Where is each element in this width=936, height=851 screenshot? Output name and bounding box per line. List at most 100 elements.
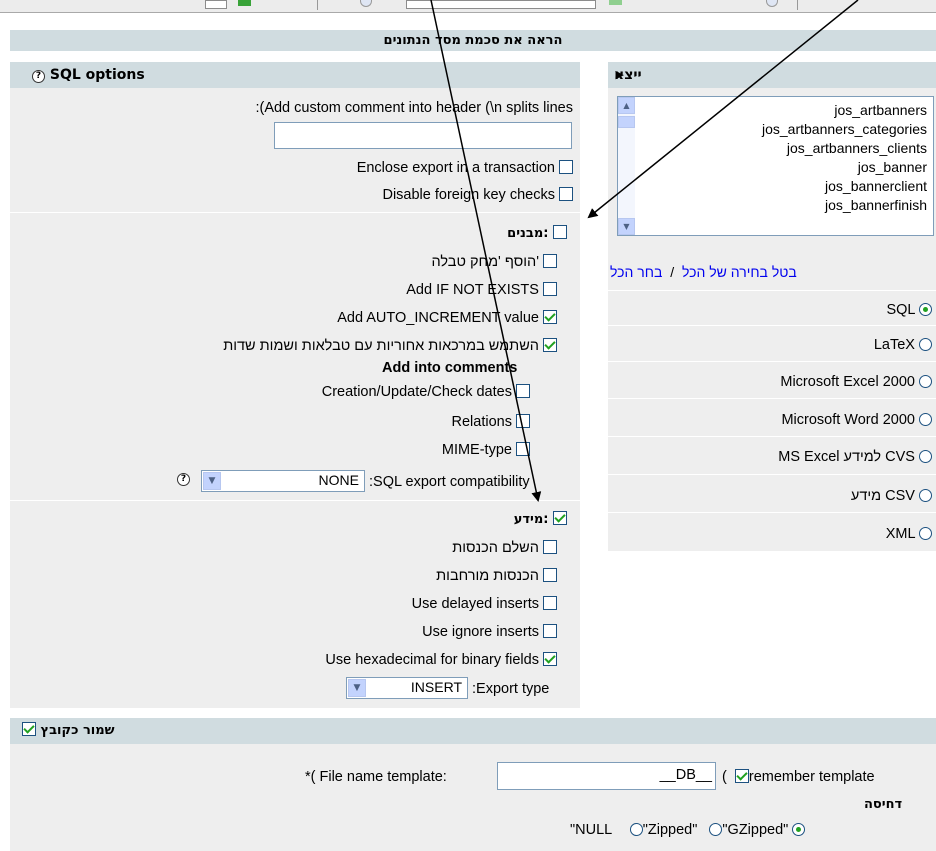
delayed-inserts-option[interactable]: Use delayed inserts xyxy=(412,594,557,614)
add-drop-option[interactable]: הוסף 'מחק טבלה' xyxy=(432,252,557,272)
select-all-link[interactable]: בחר הכל xyxy=(610,264,662,280)
data-option[interactable]: מידע: xyxy=(514,510,567,530)
list-item[interactable]: jos_bannerfinish xyxy=(633,196,933,215)
toolbar-search-icon[interactable] xyxy=(766,0,778,7)
scroll-down-icon[interactable]: ▼ xyxy=(618,218,635,235)
delayed-inserts-checkbox[interactable] xyxy=(543,596,557,610)
structure-option[interactable]: מבנים: xyxy=(507,224,567,244)
list-item[interactable]: jos_bannerclient xyxy=(633,177,933,196)
chevron-down-icon[interactable]: ▼ xyxy=(348,679,366,697)
table-select-list[interactable]: ▲ ▼ jos_artbanners jos_artbanners_catego… xyxy=(617,96,934,236)
foreign-keys-checkbox[interactable] xyxy=(559,187,573,201)
transaction-checkbox[interactable] xyxy=(559,160,573,174)
complete-inserts-checkbox[interactable] xyxy=(543,540,557,554)
format-radio[interactable] xyxy=(919,303,932,316)
file-template-value: __DB__ xyxy=(659,767,712,783)
save-file-header: שמור כקובץ xyxy=(10,718,936,744)
compression-zip-label: "Zipped" xyxy=(642,822,698,838)
format-radio[interactable] xyxy=(919,338,932,351)
mime-option[interactable]: MIME-type xyxy=(442,440,530,460)
toolbar-globe-icon[interactable] xyxy=(360,0,372,7)
format-radio[interactable] xyxy=(919,489,932,502)
dates-checkbox[interactable] xyxy=(516,384,530,398)
format-label: מידע CSV xyxy=(850,488,915,504)
export-type-select[interactable]: ▼ INSERT xyxy=(346,677,468,699)
dates-option[interactable]: Creation/Update/Check dates xyxy=(322,382,530,402)
ignore-inserts-checkbox[interactable] xyxy=(543,624,557,638)
select-links: בטל בחירה של הכל / בחר הכל xyxy=(610,262,797,282)
compression-gzip-radio[interactable] xyxy=(792,823,806,836)
data-label: מידע: xyxy=(513,512,549,527)
format-option-excel-csv[interactable]: MS Excel למידע CVS xyxy=(778,447,932,467)
format-label: Microsoft Excel 2000 xyxy=(780,374,915,390)
help-icon[interactable]: ? xyxy=(32,70,45,83)
format-radio[interactable] xyxy=(919,375,932,388)
transaction-label: Enclose export in a transaction xyxy=(356,160,555,176)
foreign-keys-label: Disable foreign key checks xyxy=(382,187,555,203)
extended-inserts-checkbox[interactable] xyxy=(543,568,557,582)
auto-increment-label: Add AUTO_INCREMENT value xyxy=(337,310,539,326)
structure-checkbox[interactable] xyxy=(553,225,567,239)
deselect-all-link[interactable]: בטל בחירה של הכל xyxy=(682,264,797,280)
custom-comment-label: :(Add custom comment into header (\n spl… xyxy=(255,100,573,116)
page-title: הראה את סכמת מסד הנתונים xyxy=(10,30,936,52)
format-radio[interactable] xyxy=(919,413,932,426)
complete-inserts-label: השלם הכנסות xyxy=(452,540,539,556)
format-option-sql[interactable]: SQL xyxy=(886,300,932,320)
format-label: XML xyxy=(885,526,915,542)
hex-option[interactable]: Use hexadecimal for binary fields xyxy=(325,650,557,670)
if-not-exists-option[interactable]: Add IF NOT EXISTS xyxy=(406,280,557,300)
browser-toolbar xyxy=(0,0,936,13)
extended-inserts-option[interactable]: הכנסות מורחבות xyxy=(436,566,557,586)
format-radio[interactable] xyxy=(919,450,932,463)
sql-options-header: ? SQL options xyxy=(10,62,580,88)
relations-checkbox[interactable] xyxy=(516,414,530,428)
list-item[interactable]: jos_artbanners xyxy=(633,101,933,120)
format-option-xml[interactable]: XML xyxy=(886,524,932,544)
compression-gzip-label: "GZipped" xyxy=(722,822,789,838)
ignore-inserts-option[interactable]: Use ignore inserts xyxy=(422,622,557,642)
list-item[interactable]: jos_banner xyxy=(633,158,933,177)
remember-checkbox[interactable] xyxy=(734,769,749,783)
format-label: MS Excel למידע CVS xyxy=(778,449,915,465)
remember-option[interactable]: ( remember template xyxy=(722,767,875,787)
foreign-keys-option[interactable]: Disable foreign key checks xyxy=(382,185,573,205)
add-drop-label: הוסף 'מחק טבלה' xyxy=(431,254,539,270)
save-file-checkbox[interactable] xyxy=(22,722,36,736)
backquotes-option[interactable]: השתמש במרכאות אחוריות עם טבלאות ושמות שד… xyxy=(223,336,557,356)
structure-label: מבנים: xyxy=(507,226,549,241)
toolbar-button[interactable] xyxy=(205,0,227,9)
add-drop-checkbox[interactable] xyxy=(543,254,557,268)
extended-inserts-label: הכנסות מורחבות xyxy=(436,568,539,584)
toolbar-green-icon[interactable] xyxy=(238,0,251,6)
auto-increment-option[interactable]: Add AUTO_INCREMENT value xyxy=(337,308,557,328)
format-option-csv[interactable]: מידע CSV xyxy=(851,486,932,506)
transaction-option[interactable]: Enclose export in a transaction xyxy=(357,158,573,178)
format-radio[interactable] xyxy=(919,527,932,540)
file-template-input[interactable]: __DB__ xyxy=(497,762,716,790)
chevron-down-icon[interactable]: ▼ xyxy=(203,472,221,490)
format-option-excel[interactable]: Microsoft Excel 2000 xyxy=(780,372,932,392)
help-icon[interactable]: ? xyxy=(177,473,190,486)
relations-option[interactable]: Relations xyxy=(452,412,530,432)
if-not-exists-checkbox[interactable] xyxy=(543,282,557,296)
mime-checkbox[interactable] xyxy=(516,442,530,456)
hex-checkbox[interactable] xyxy=(543,652,557,666)
toolbar-address-field[interactable] xyxy=(406,0,596,9)
format-option-word[interactable]: Microsoft Word 2000 xyxy=(781,410,932,430)
auto-increment-checkbox[interactable] xyxy=(543,310,557,324)
backquotes-checkbox[interactable] xyxy=(543,338,557,352)
data-checkbox[interactable] xyxy=(553,511,567,525)
list-item[interactable]: jos_artbanners_categories xyxy=(633,120,933,139)
format-label: Microsoft Word 2000 xyxy=(781,412,915,428)
compression-zip-radio[interactable] xyxy=(709,823,723,836)
format-option-latex[interactable]: LaTeX xyxy=(874,335,932,355)
compat-select[interactable]: ▼ NONE xyxy=(201,470,365,492)
custom-comment-input[interactable] xyxy=(274,122,572,149)
complete-inserts-option[interactable]: השלם הכנסות xyxy=(452,538,557,558)
save-file-option[interactable]: שמור כקובץ xyxy=(22,718,115,744)
backquotes-label: השתמש במרכאות אחוריות עם טבלאות ושמות שד… xyxy=(223,338,539,354)
toolbar-go-icon[interactable] xyxy=(609,0,622,5)
list-item[interactable]: jos_artbanners_clients xyxy=(633,139,933,158)
compression-none-radio[interactable] xyxy=(629,823,643,836)
